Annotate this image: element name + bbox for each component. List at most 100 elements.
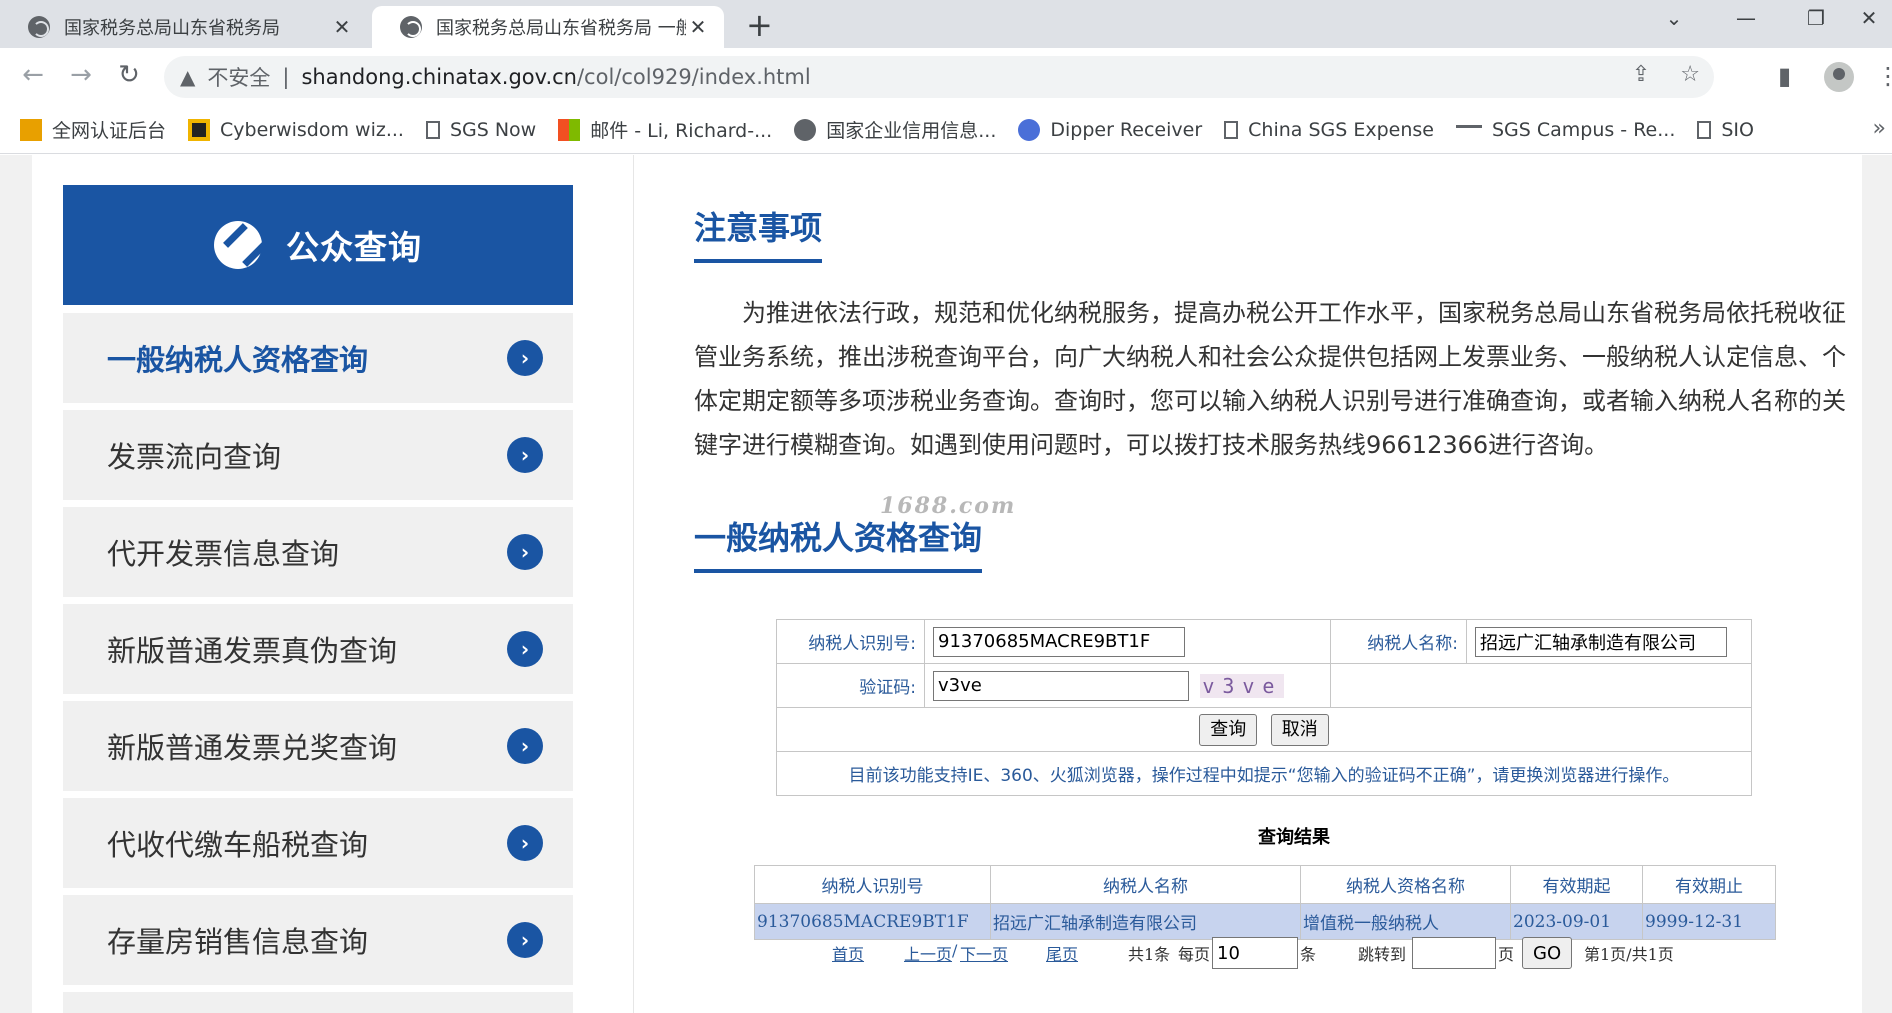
side-panel-icon[interactable]: ▮ (1778, 62, 1791, 90)
close-tab-icon[interactable]: ✕ (686, 15, 710, 39)
profile-avatar[interactable] (1824, 62, 1854, 92)
page-background: 公众查询 一般纳税人资格查询 › 发票流向查询 › 代开发票信息查询 › 新版普… (0, 155, 1892, 1013)
bookmark-item[interactable]: SIO (1697, 119, 1754, 141)
column-divider (633, 155, 634, 1013)
page-icon (1224, 120, 1239, 139)
column-header: 有效期止 (1642, 865, 1776, 904)
captcha-image[interactable]: v3ve (1200, 674, 1285, 698)
chevron-right-icon: › (507, 728, 543, 764)
tab-search-icon[interactable]: ⌄ (1644, 6, 1704, 30)
results-table: 纳税人识别号 纳税人名称 纳税人资格名称 有效期起 有效期止 91370685M… (754, 865, 1776, 940)
total-count: 共1条 (1128, 945, 1171, 964)
empty-cell (1330, 663, 1752, 708)
sidebar-item-general-taxpayer[interactable]: 一般纳税人资格查询 › (63, 313, 573, 403)
browser-tab[interactable]: 国家税务总局山东省税务局 ✕ (0, 6, 368, 48)
bookmark-label: SIO (1721, 118, 1754, 141)
taxpayer-id-label: 纳税人识别号: (776, 619, 925, 664)
bookmark-label: Dipper Receiver (1050, 118, 1203, 141)
per-page-unit: 条 (1300, 945, 1317, 964)
close-tab-icon[interactable]: ✕ (330, 15, 354, 39)
bookmark-item[interactable]: 邮件 - Li, Richard-... (558, 116, 772, 143)
jump-page-input[interactable] (1412, 937, 1496, 969)
back-button[interactable]: ← (16, 60, 50, 90)
cell-qualification: 增值税一般纳税人 (1300, 903, 1511, 940)
cyberwisdom-icon (188, 118, 211, 141)
first-page-link[interactable]: 首页 (832, 941, 864, 965)
share-icon[interactable]: ⇪ (1632, 62, 1650, 87)
globe-icon (794, 118, 817, 141)
globe-icon (400, 16, 422, 38)
logo-icon (214, 221, 262, 269)
reload-button[interactable]: ↻ (112, 60, 146, 90)
bookmark-item[interactable]: China SGS Expense (1224, 119, 1434, 141)
prev-page-link[interactable]: 上一页 (904, 941, 952, 965)
captcha-input[interactable] (933, 670, 1189, 701)
bookmark-item[interactable]: Dipper Receiver (1018, 118, 1203, 141)
taxpayer-id-input[interactable] (933, 626, 1185, 657)
address-bar[interactable]: ▲ 不安全 | shandong.chinatax.gov.cn/col/col… (164, 56, 1714, 98)
security-label[interactable]: 不安全 (207, 62, 270, 92)
sidebar-item-invoice-lottery[interactable]: 新版普通发票兑奖查询 › (63, 701, 573, 791)
taxpayer-name-input[interactable] (1475, 626, 1727, 657)
tab-title: 国家税务总局山东省税务局 (64, 18, 280, 39)
forward-button[interactable]: → (64, 60, 98, 90)
browser-tab-active[interactable]: 国家税务总局山东省税务局 一般纳 ✕ (372, 6, 724, 48)
taxpayer-name-cell (1466, 619, 1752, 664)
tab-title: 国家税务总局山东省税务局 一般纳 (436, 18, 686, 39)
menu-icon[interactable]: ⋮ (1876, 62, 1892, 90)
tab-strip: 国家税务总局山东省税务局 ✕ 国家税务总局山东省税务局 一般纳 ✕ + ⌄ — … (0, 0, 1892, 48)
sidebar-item-label: 存量房销售信息查询 (107, 925, 369, 959)
browser-toolbar: ← → ↻ ▲ 不安全 | shandong.chinatax.gov.cn/c… (0, 48, 1892, 106)
sidebar-item-issued-invoice[interactable]: 代开发票信息查询 › (63, 507, 573, 597)
sidebar-item-invoice-flow[interactable]: 发票流向查询 › (63, 410, 573, 500)
warning-icon[interactable]: ▲ (180, 65, 195, 89)
jump-label: 跳转到 (1358, 945, 1407, 964)
more-bookmarks-icon[interactable]: » (1873, 116, 1886, 141)
sidebar-item-vehicle-tax[interactable]: 代收代缴车船税查询 › (63, 798, 573, 888)
minimize-button[interactable]: — (1716, 6, 1776, 30)
restore-button[interactable]: ❐ (1786, 6, 1846, 30)
sidebar-item-invoice-verify[interactable]: 新版普通发票真伪查询 › (63, 604, 573, 694)
sidebar-item-housing-sales[interactable]: 存量房销售信息查询 › (63, 895, 573, 985)
sidebar-item-label: 发票流向查询 (107, 440, 282, 474)
notice-title: 注意事项 (694, 203, 823, 263)
bookmark-label: Cyberwisdom wiz... (220, 118, 404, 141)
bookmark-item[interactable]: 全网认证后台 (20, 116, 166, 143)
bookmarks-bar: 全网认证后台 Cyberwisdom wiz... SGS Now 邮件 - L… (0, 106, 1892, 154)
bookmark-label: 邮件 - Li, Richard-... (590, 120, 773, 142)
results-title: 查询结果 (1258, 827, 1330, 848)
cell-taxpayer-id: 91370685MACRE9BT1F (754, 903, 991, 940)
bookmark-item[interactable]: Cyberwisdom wiz... (188, 118, 404, 141)
captcha-cell: v3ve (924, 663, 1331, 708)
page-content: 公众查询 一般纳税人资格查询 › 发票流向查询 › 代开发票信息查询 › 新版普… (32, 155, 1862, 1013)
page-status: 第1页/共1页 (1584, 945, 1674, 964)
bookmark-item[interactable]: SGS Now (425, 119, 536, 141)
captcha-label: 验证码: (776, 663, 925, 708)
bookmark-star-icon[interactable]: ☆ (1680, 62, 1700, 87)
chevron-right-icon: › (507, 534, 543, 570)
per-page-label: 每页 (1178, 945, 1211, 964)
per-page-input[interactable] (1212, 937, 1298, 969)
pagination: 首页 上一页 / 下一页 尾页 共1条 每页 条 跳转到 页 GO 第1页/共1… (792, 937, 1792, 973)
cell-taxpayer-name: 招远广汇轴承制造有限公司 (990, 903, 1301, 940)
last-page-link[interactable]: 尾页 (1046, 941, 1078, 965)
new-tab-button[interactable]: + (746, 8, 773, 42)
sidebar-item-partial[interactable] (63, 992, 573, 1013)
page-unit: 页 (1498, 945, 1515, 964)
app-icon (20, 118, 42, 141)
close-window-button[interactable]: ✕ (1846, 6, 1892, 30)
chevron-right-icon: › (507, 340, 543, 376)
table-row[interactable]: 91370685MACRE9BT1F 招远广汇轴承制造有限公司 增值税一般纳税人… (754, 903, 1776, 940)
cancel-button[interactable]: 取消 (1270, 713, 1329, 746)
go-button[interactable]: GO (1522, 937, 1573, 969)
taxpayer-name-label: 纳税人名称: (1330, 619, 1467, 664)
query-button[interactable]: 查询 (1199, 713, 1258, 746)
sgs-icon (1455, 124, 1482, 135)
sidebar-item-label: 代收代缴车船税查询 (107, 828, 369, 862)
bookmark-item[interactable]: SGS Campus - Re... (1455, 119, 1675, 141)
next-page-link[interactable]: 下一页 (960, 941, 1008, 965)
bookmark-item[interactable]: 国家企业信用信息... (794, 116, 996, 143)
notice-text: 为推进依法行政，规范和优化纳税服务，提高办税公开工作水平，国家税务总局山东省税务… (694, 299, 1846, 459)
sidebar-item-label: 代开发票信息查询 (107, 537, 340, 571)
browser-tip: 目前该功能支持IE、360、火狐浏览器，操作过程中如提示“您输入的验证码不正确”… (776, 751, 1752, 796)
